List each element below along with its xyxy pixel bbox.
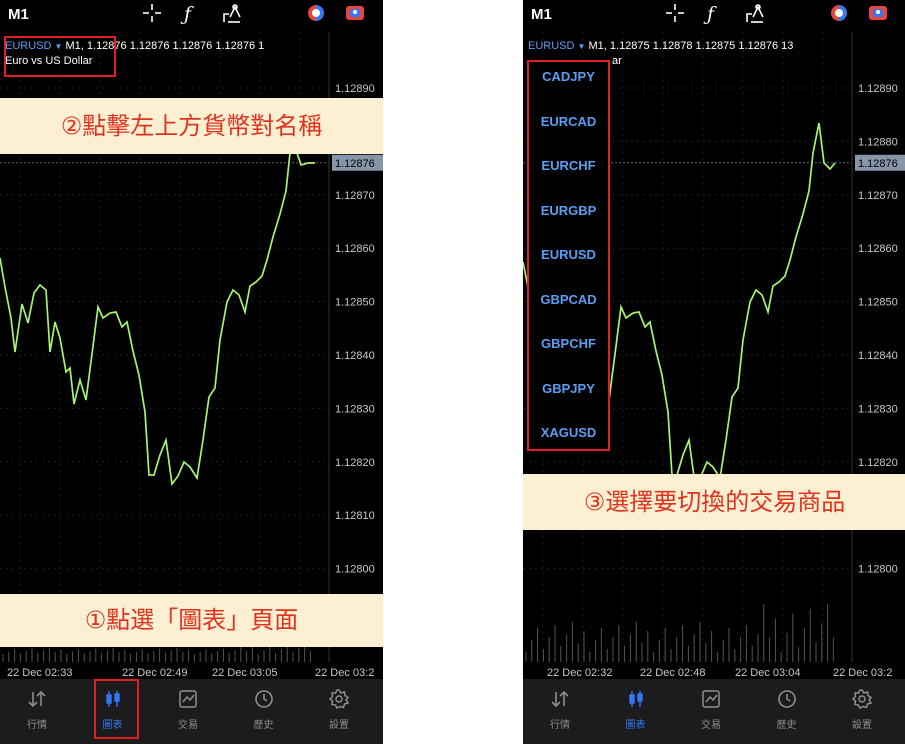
x-tick-label: 22 Dec 02:32 bbox=[547, 667, 612, 679]
y-tick-label: 1.12870 bbox=[858, 190, 898, 202]
tab-label: 設置 bbox=[852, 720, 872, 731]
instruction-banner: ②點擊左上方貨幣對名稱 bbox=[0, 98, 383, 154]
y-tick-label: 1.12860 bbox=[335, 243, 375, 255]
instruction-banner: ①點選「圖表」頁面 bbox=[0, 594, 383, 647]
tab-history[interactable]: 歷史 bbox=[757, 679, 817, 739]
tab-label: 行情 bbox=[27, 720, 47, 731]
x-tick-label: 22 Dec 02:33 bbox=[7, 667, 72, 679]
bottom-tab-bar: 行情 圖表 交易 歷史 設置 bbox=[0, 679, 383, 744]
highlight-box-symbol bbox=[4, 36, 116, 77]
tab-settings[interactable]: 設置 bbox=[309, 679, 369, 739]
y-tick-label: 1.12850 bbox=[858, 297, 898, 309]
function-icon[interactable]: ƒ bbox=[184, 3, 191, 25]
y-tick-label: 1.12820 bbox=[335, 457, 375, 469]
gear-icon bbox=[309, 688, 369, 712]
quote-values: M1, 1.12875 1.12878 1.12875 1.12876 13 bbox=[588, 40, 794, 52]
chart-toolbar: M1 ƒ bbox=[0, 0, 383, 32]
tab-chart[interactable]: 圖表 bbox=[606, 679, 666, 739]
left-screen: 1.128901.128801.128761.128701.128601.128… bbox=[0, 0, 383, 744]
right-screen: 1.12890 1.12880 1.12876 1.12870 1.12860 1.128… bbox=[523, 0, 905, 744]
y-tick-label: 1.12830 bbox=[335, 403, 375, 415]
y-tick-label: 1.12810 bbox=[335, 510, 375, 522]
y-tick-label: 1.12800 bbox=[335, 564, 375, 576]
history-clock-icon bbox=[757, 688, 817, 712]
timeframe-button[interactable]: M1 bbox=[531, 6, 552, 23]
y-tick-label: 1.12840 bbox=[335, 350, 375, 362]
x-tick-label: 22 Dec 03:2 bbox=[833, 667, 892, 679]
account-icon[interactable] bbox=[868, 3, 888, 29]
function-icon[interactable]: ƒ bbox=[707, 3, 714, 25]
y-tick-label: 1.12890 bbox=[335, 83, 375, 95]
objects-icon[interactable] bbox=[744, 3, 766, 31]
history-clock-icon bbox=[234, 688, 294, 712]
tab-trade[interactable]: 交易 bbox=[681, 679, 741, 739]
tab-label: 交易 bbox=[701, 720, 721, 731]
tab-label: 歷史 bbox=[776, 720, 797, 731]
x-tick-label: 22 Dec 02:49 bbox=[122, 667, 187, 679]
quotes-arrows-icon bbox=[7, 688, 67, 712]
crosshair-icon[interactable] bbox=[665, 3, 685, 29]
y-tick-label: 1.12850 bbox=[335, 297, 375, 309]
x-tick-label: 22 Dec 03:05 bbox=[212, 667, 277, 679]
tab-label: 歷史 bbox=[253, 720, 274, 731]
tab-history[interactable]: 歷史 bbox=[234, 679, 294, 739]
trade-chart-icon bbox=[681, 688, 741, 712]
quotes-arrows-icon bbox=[530, 688, 590, 712]
tab-quotes[interactable]: 行情 bbox=[530, 679, 590, 739]
y-tick-label: 1.12880 bbox=[858, 136, 898, 148]
tab-label: 設置 bbox=[329, 720, 349, 731]
instruction-banner: ③選擇要切換的交易商品 bbox=[523, 474, 905, 530]
y-tick-label: 1.12840 bbox=[858, 350, 898, 362]
symbol-name[interactable]: EURUSD bbox=[528, 40, 574, 52]
account-icon[interactable] bbox=[345, 3, 365, 29]
candlestick-icon bbox=[606, 688, 666, 712]
y-tick-label: 1.12890 bbox=[858, 83, 898, 95]
current-price-label: 1.12876 bbox=[858, 158, 898, 170]
tab-label: 圖表 bbox=[625, 720, 646, 731]
objects-icon[interactable] bbox=[221, 3, 243, 31]
gear-icon bbox=[832, 688, 892, 712]
y-tick-label: 1.12830 bbox=[858, 403, 898, 415]
tab-label: 交易 bbox=[178, 720, 198, 731]
trade-chart-icon bbox=[158, 688, 218, 712]
chevron-down-icon: ▼ bbox=[577, 42, 586, 51]
x-tick-label: 22 Dec 03:04 bbox=[735, 667, 800, 679]
symbol-selector[interactable]: EURUSD ▼ M1, 1.12875 1.12878 1.12875 1.1… bbox=[528, 40, 793, 52]
timeframe-button[interactable]: M1 bbox=[8, 6, 29, 23]
tab-trade[interactable]: 交易 bbox=[158, 679, 218, 739]
trade-circle-icon[interactable] bbox=[829, 3, 849, 29]
y-tick-label: 1.12800 bbox=[858, 564, 898, 576]
price-line bbox=[0, 148, 315, 487]
chart-toolbar: M1 ƒ bbox=[523, 0, 905, 32]
bottom-tab-bar: 行情 圖表 交易 歷史 設置 bbox=[523, 679, 905, 744]
current-price-label: 1.12876 bbox=[335, 158, 375, 170]
x-tick-label: 22 Dec 03:2 bbox=[315, 667, 374, 679]
y-tick-label: 1.12870 bbox=[335, 190, 375, 202]
crosshair-icon[interactable] bbox=[142, 3, 162, 29]
y-tick-label: 1.12820 bbox=[858, 457, 898, 469]
highlight-box-tab bbox=[94, 679, 139, 739]
symbol-description: ar bbox=[612, 55, 622, 67]
tab-label: 行情 bbox=[550, 720, 570, 731]
tab-settings[interactable]: 設置 bbox=[832, 679, 892, 739]
x-tick-label: 22 Dec 02:48 bbox=[640, 667, 705, 679]
y-tick-label: 1.12860 bbox=[858, 243, 898, 255]
highlight-box-dropdown bbox=[527, 60, 610, 451]
tab-quotes[interactable]: 行情 bbox=[7, 679, 67, 739]
trade-circle-icon[interactable] bbox=[306, 3, 326, 29]
